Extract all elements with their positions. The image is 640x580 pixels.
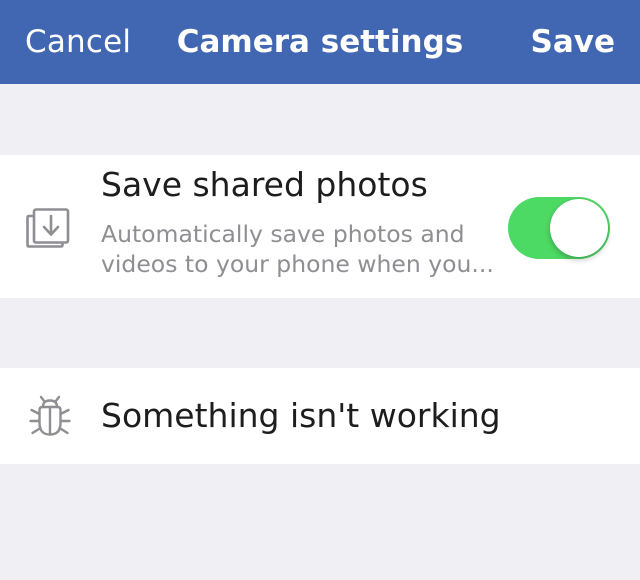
description-line-2: videos to your phone when you... [101,250,494,278]
something-isnt-working-label: Something isn't working [101,396,501,435]
nav-bar: Cancel Camera settings Save [0,0,640,84]
cancel-button[interactable]: Cancel [25,22,131,62]
save-shared-photos-toggle[interactable] [508,197,610,259]
description-line-1: Automatically save photos and [101,220,465,248]
save-shared-photos-row: Save shared photos Automatically save ph… [0,155,640,298]
bug-icon [29,395,71,436]
something-isnt-working-row[interactable]: Something isn't working [0,368,640,464]
photo-download-icon [26,208,70,248]
toggle-knob[interactable] [550,199,608,257]
save-shared-photos-description: Automatically save photos and videos to … [101,219,501,279]
save-button[interactable]: Save [531,22,615,62]
save-shared-photos-title: Save shared photos [101,165,428,204]
